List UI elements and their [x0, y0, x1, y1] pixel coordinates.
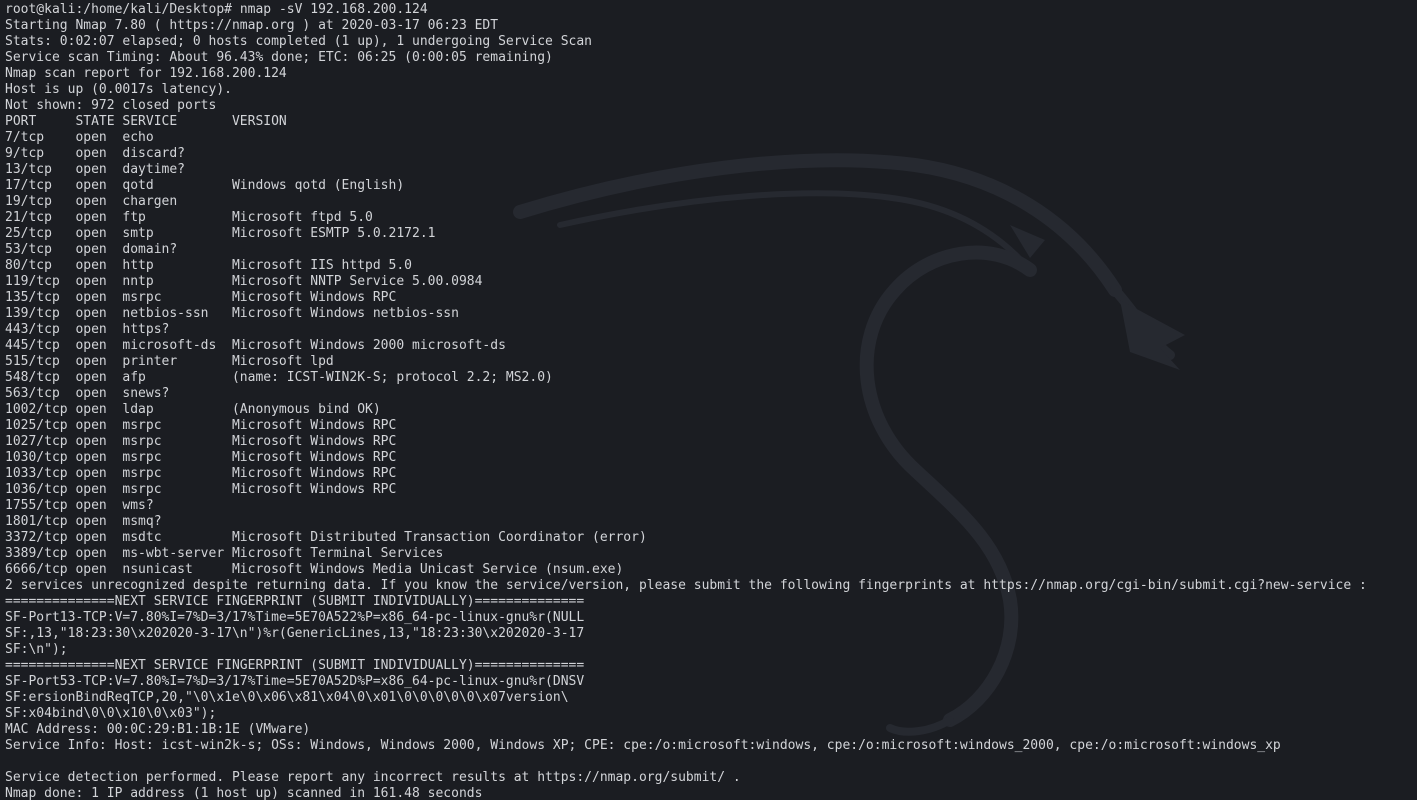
shell-prompt: root@kali:/home/kali/Desktop# — [5, 2, 232, 17]
terminal-output-line: ==============NEXT SERVICE FINGERPRINT (… — [5, 594, 585, 609]
terminal-output-line: 135/tcp open msrpc Microsoft Windows RPC — [5, 290, 397, 305]
terminal-output-line: 9/tcp open discard? — [5, 146, 186, 161]
terminal-window[interactable]: root@kali:/home/kali/Desktop# nmap -sV 1… — [0, 0, 1417, 800]
terminal-output-line: 1036/tcp open msrpc Microsoft Windows RP… — [5, 482, 397, 497]
terminal-output-line: 1801/tcp open msmq? — [5, 514, 162, 529]
terminal-output-line: Service scan Timing: About 96.43% done; … — [5, 50, 553, 65]
terminal-output-line: Starting Nmap 7.80 ( https://nmap.org ) … — [5, 18, 499, 33]
output-lines: Starting Nmap 7.80 ( https://nmap.org ) … — [5, 18, 1367, 800]
terminal-output-line: 139/tcp open netbios-ssn Microsoft Windo… — [5, 306, 459, 321]
terminal-output-line: Nmap scan report for 192.168.200.124 — [5, 66, 287, 81]
terminal-output-line: 1030/tcp open msrpc Microsoft Windows RP… — [5, 450, 397, 465]
terminal-output-line: SF-Port13-TCP:V=7.80%I=7%D=3/17%Time=5E7… — [5, 610, 585, 625]
terminal-output-line: Nmap done: 1 IP address (1 host up) scan… — [5, 786, 483, 800]
terminal-output-line: ==============NEXT SERVICE FINGERPRINT (… — [5, 658, 585, 673]
terminal-output-line: 17/tcp open qotd Windows qotd (English) — [5, 178, 405, 193]
terminal-output-line: 19/tcp open chargen — [5, 194, 178, 209]
terminal-output-line: 1025/tcp open msrpc Microsoft Windows RP… — [5, 418, 397, 433]
terminal-output-line: 2 services unrecognized despite returnin… — [5, 578, 1367, 593]
terminal-output-line: 1027/tcp open msrpc Microsoft Windows RP… — [5, 434, 397, 449]
terminal-output-line: Host is up (0.0017s latency). — [5, 82, 232, 97]
terminal-output-line: 6666/tcp open nsunicast Microsoft Window… — [5, 562, 624, 577]
terminal-output-line: 443/tcp open https? — [5, 322, 170, 337]
terminal-output-line: PORT STATE SERVICE VERSION — [5, 114, 287, 129]
terminal-output-line: SF:ersionBindReqTCP,20,"\0\x1e\0\x06\x81… — [5, 690, 569, 705]
terminal-output-line: 7/tcp open echo — [5, 130, 154, 145]
terminal-output-line: 3389/tcp open ms-wbt-server Microsoft Te… — [5, 546, 444, 561]
terminal-output-line: 548/tcp open afp (name: ICST-WIN2K-S; pr… — [5, 370, 553, 385]
terminal-output-line: Stats: 0:02:07 elapsed; 0 hosts complete… — [5, 34, 592, 49]
terminal-output-line: 119/tcp open nntp Microsoft NNTP Service… — [5, 274, 483, 289]
terminal-output-line: 25/tcp open smtp Microsoft ESMTP 5.0.217… — [5, 226, 436, 241]
command-line: root@kali:/home/kali/Desktop# nmap -sV 1… — [5, 2, 1367, 18]
command-text: nmap -sV 192.168.200.124 — [239, 2, 428, 17]
terminal-output-line: SF:\n"); — [5, 642, 68, 657]
terminal-output-line: 53/tcp open domain? — [5, 242, 178, 257]
terminal-output-line: 21/tcp open ftp Microsoft ftpd 5.0 — [5, 210, 373, 225]
terminal-output-line: 515/tcp open printer Microsoft lpd — [5, 354, 334, 369]
terminal-output-line: 3372/tcp open msdtc Microsoft Distribute… — [5, 530, 647, 545]
terminal-output-line: Service Info: Host: icst-win2k-s; OSs: W… — [5, 738, 1281, 753]
terminal-output-line: 1002/tcp open ldap (Anonymous bind OK) — [5, 402, 381, 417]
terminal-output-line: 13/tcp open daytime? — [5, 162, 186, 177]
terminal-output-line: SF:,13,"18:23:30\x202020-3-17\n")%r(Gene… — [5, 626, 585, 641]
terminal-output-line: SF-Port53-TCP:V=7.80%I=7%D=3/17%Time=5E7… — [5, 674, 585, 689]
terminal-output-line: 445/tcp open microsoft-ds Microsoft Wind… — [5, 338, 506, 353]
terminal-output-line: Service detection performed. Please repo… — [5, 770, 741, 785]
terminal-output-line: 563/tcp open snews? — [5, 386, 170, 401]
terminal-output-line: Not shown: 972 closed ports — [5, 98, 217, 113]
terminal-output-line: MAC Address: 00:0C:29:B1:1B:1E (VMware) — [5, 722, 311, 737]
terminal-output-line: 80/tcp open http Microsoft IIS httpd 5.0 — [5, 258, 412, 273]
terminal-output-line: 1755/tcp open wms? — [5, 498, 154, 513]
terminal-output-line: 1033/tcp open msrpc Microsoft Windows RP… — [5, 466, 397, 481]
terminal-output: root@kali:/home/kali/Desktop# nmap -sV 1… — [5, 2, 1367, 800]
terminal-output-line: SF:x04bind\0\0\x10\0\x03"); — [5, 706, 217, 721]
